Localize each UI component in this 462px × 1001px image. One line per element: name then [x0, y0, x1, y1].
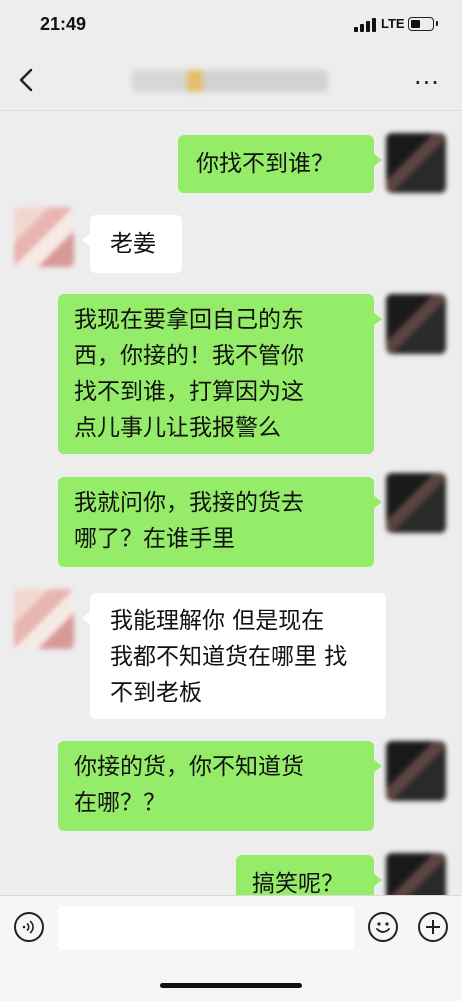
status-time: 21:49 [40, 14, 87, 34]
more-button[interactable]: ··· [414, 71, 440, 95]
message-line: 点儿事儿让我报警么 [74, 415, 281, 441]
message-bubble-sent[interactable]: 我现在要拿回自己的东 西，你接的！我不管你 找不到谁，打算因为这 点儿事儿让我报… [58, 294, 382, 454]
message-bubble-sent[interactable]: 我就问你，我接的货去 哪了？在谁手里 [58, 477, 382, 567]
message-line: 我能理解你 但是现在 [110, 608, 325, 634]
message-line: 西，你接的！我不管你 [74, 343, 304, 369]
signal-icon [354, 18, 376, 32]
plus-icon[interactable] [418, 912, 448, 942]
message-text: 搞笑呢？ [252, 871, 344, 895]
battery-icon [408, 17, 438, 31]
message-list[interactable]: 你找不到谁？ 老姜 我现在要拿回自己的东 西，你接的！我不管你 找不到谁，打算因… [0, 111, 462, 895]
contact-name-blurred [132, 70, 328, 92]
emoji-icon[interactable] [368, 912, 398, 942]
my-avatar[interactable] [386, 853, 446, 895]
contact-avatar[interactable] [14, 589, 74, 649]
voice-icon[interactable] [14, 912, 44, 942]
network-label: LTE [381, 16, 405, 31]
status-bar: 21:49 LTE [0, 0, 462, 50]
input-bar [0, 895, 462, 1001]
message-line: 找不到谁，打算因为这 [74, 379, 304, 405]
message-line: 在哪？？ [74, 790, 166, 816]
message-text: 老姜 [110, 231, 156, 257]
message-bubble-received[interactable]: 老姜 [82, 215, 182, 273]
message-input[interactable] [58, 906, 354, 950]
my-avatar[interactable] [386, 294, 446, 354]
my-avatar[interactable] [386, 473, 446, 533]
contact-avatar[interactable] [14, 207, 74, 267]
message-bubble-sent[interactable]: 你找不到谁？ [178, 135, 382, 193]
message-line: 我现在要拿回自己的东 [74, 307, 304, 333]
message-line: 我就问你，我接的货去 [74, 490, 304, 516]
my-avatar[interactable] [386, 133, 446, 193]
home-indicator [160, 983, 302, 988]
chat-header: ··· [0, 50, 462, 111]
message-line: 你接的货，你不知道货 [74, 754, 304, 780]
message-bubble-sent[interactable]: 搞笑呢？ [236, 855, 382, 895]
message-line: 我都不知道货在哪里 找 [110, 644, 348, 670]
chevron-left-icon[interactable] [16, 66, 38, 94]
message-bubble-sent[interactable]: 你接的货，你不知道货 在哪？？ [58, 741, 382, 831]
message-line: 不到老板 [110, 680, 202, 706]
message-bubble-received[interactable]: 我能理解你 但是现在 我都不知道货在哪里 找 不到老板 [82, 593, 386, 719]
message-line: 哪了？在谁手里 [74, 526, 235, 552]
message-text: 你找不到谁？ [196, 151, 334, 177]
my-avatar[interactable] [386, 741, 446, 801]
